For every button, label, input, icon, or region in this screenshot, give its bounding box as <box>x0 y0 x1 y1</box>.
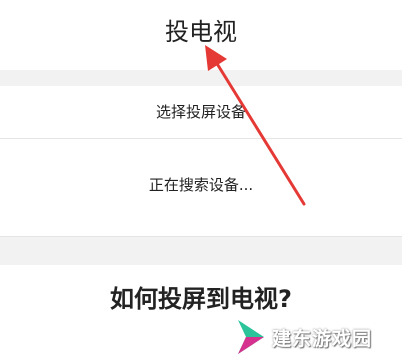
section-separator <box>0 237 402 265</box>
page-title: 投电视 <box>165 18 237 46</box>
watermark-logo-icon <box>238 320 264 354</box>
header: 投电视 <box>0 0 402 70</box>
watermark-text: 建东游戏园 <box>272 327 373 350</box>
select-cast-device-button[interactable]: 选择投屏设备 <box>0 86 402 139</box>
section-separator <box>0 70 402 86</box>
article-heading: 如何投屏到电视? <box>110 285 292 313</box>
watermark: 建东游戏园 <box>236 318 372 356</box>
searching-devices-status: 正在搜索设备... <box>0 139 402 237</box>
